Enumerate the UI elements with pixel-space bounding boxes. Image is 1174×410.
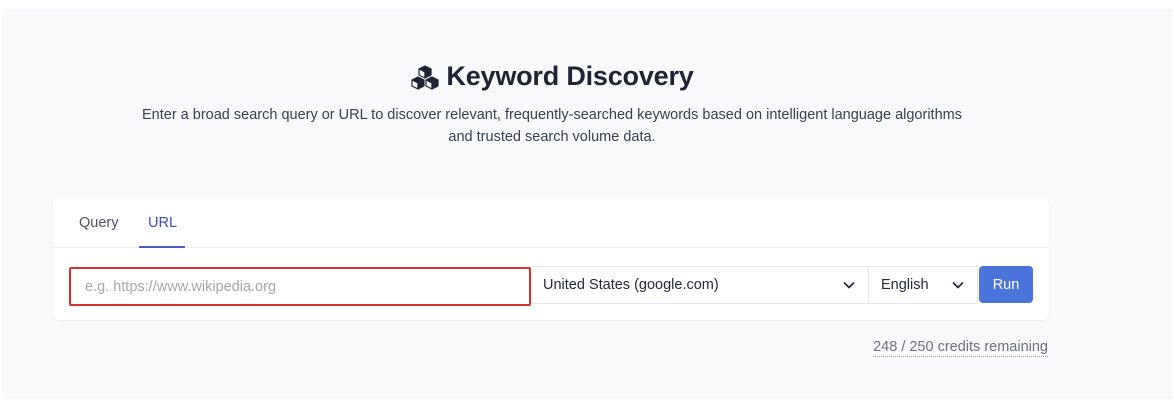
page-subtitle: Enter a broad search query or URL to dis…: [102, 104, 1002, 148]
country-select-value: United States (google.com): [543, 277, 719, 293]
chevron-down-icon: [952, 282, 964, 289]
run-button[interactable]: Run: [979, 266, 1033, 303]
active-tab-indicator: [139, 246, 185, 248]
chevron-down-icon: [843, 282, 855, 289]
credits-remaining: 248 / 250 credits remaining: [873, 339, 1048, 357]
page-header: Keyword Discovery: [2, 61, 1102, 92]
tab-url[interactable]: URL: [148, 215, 177, 231]
country-select[interactable]: United States (google.com): [531, 266, 869, 304]
subtitle-line-2: and trusted search volume data.: [448, 129, 656, 145]
language-select[interactable]: English: [868, 266, 978, 304]
page-title: Keyword Discovery: [446, 61, 694, 91]
search-card: Query URL United States (google.com) Eng…: [53, 198, 1049, 320]
url-input[interactable]: [69, 267, 531, 306]
language-select-value: English: [881, 277, 929, 293]
tab-bar: Query URL: [53, 198, 1049, 248]
subtitle-line-1: Enter a broad search query or URL to dis…: [142, 107, 962, 123]
cubes-icon: [410, 63, 440, 91]
tab-query[interactable]: Query: [79, 215, 119, 231]
page-background: Keyword Discovery Enter a broad search q…: [2, 9, 1172, 399]
